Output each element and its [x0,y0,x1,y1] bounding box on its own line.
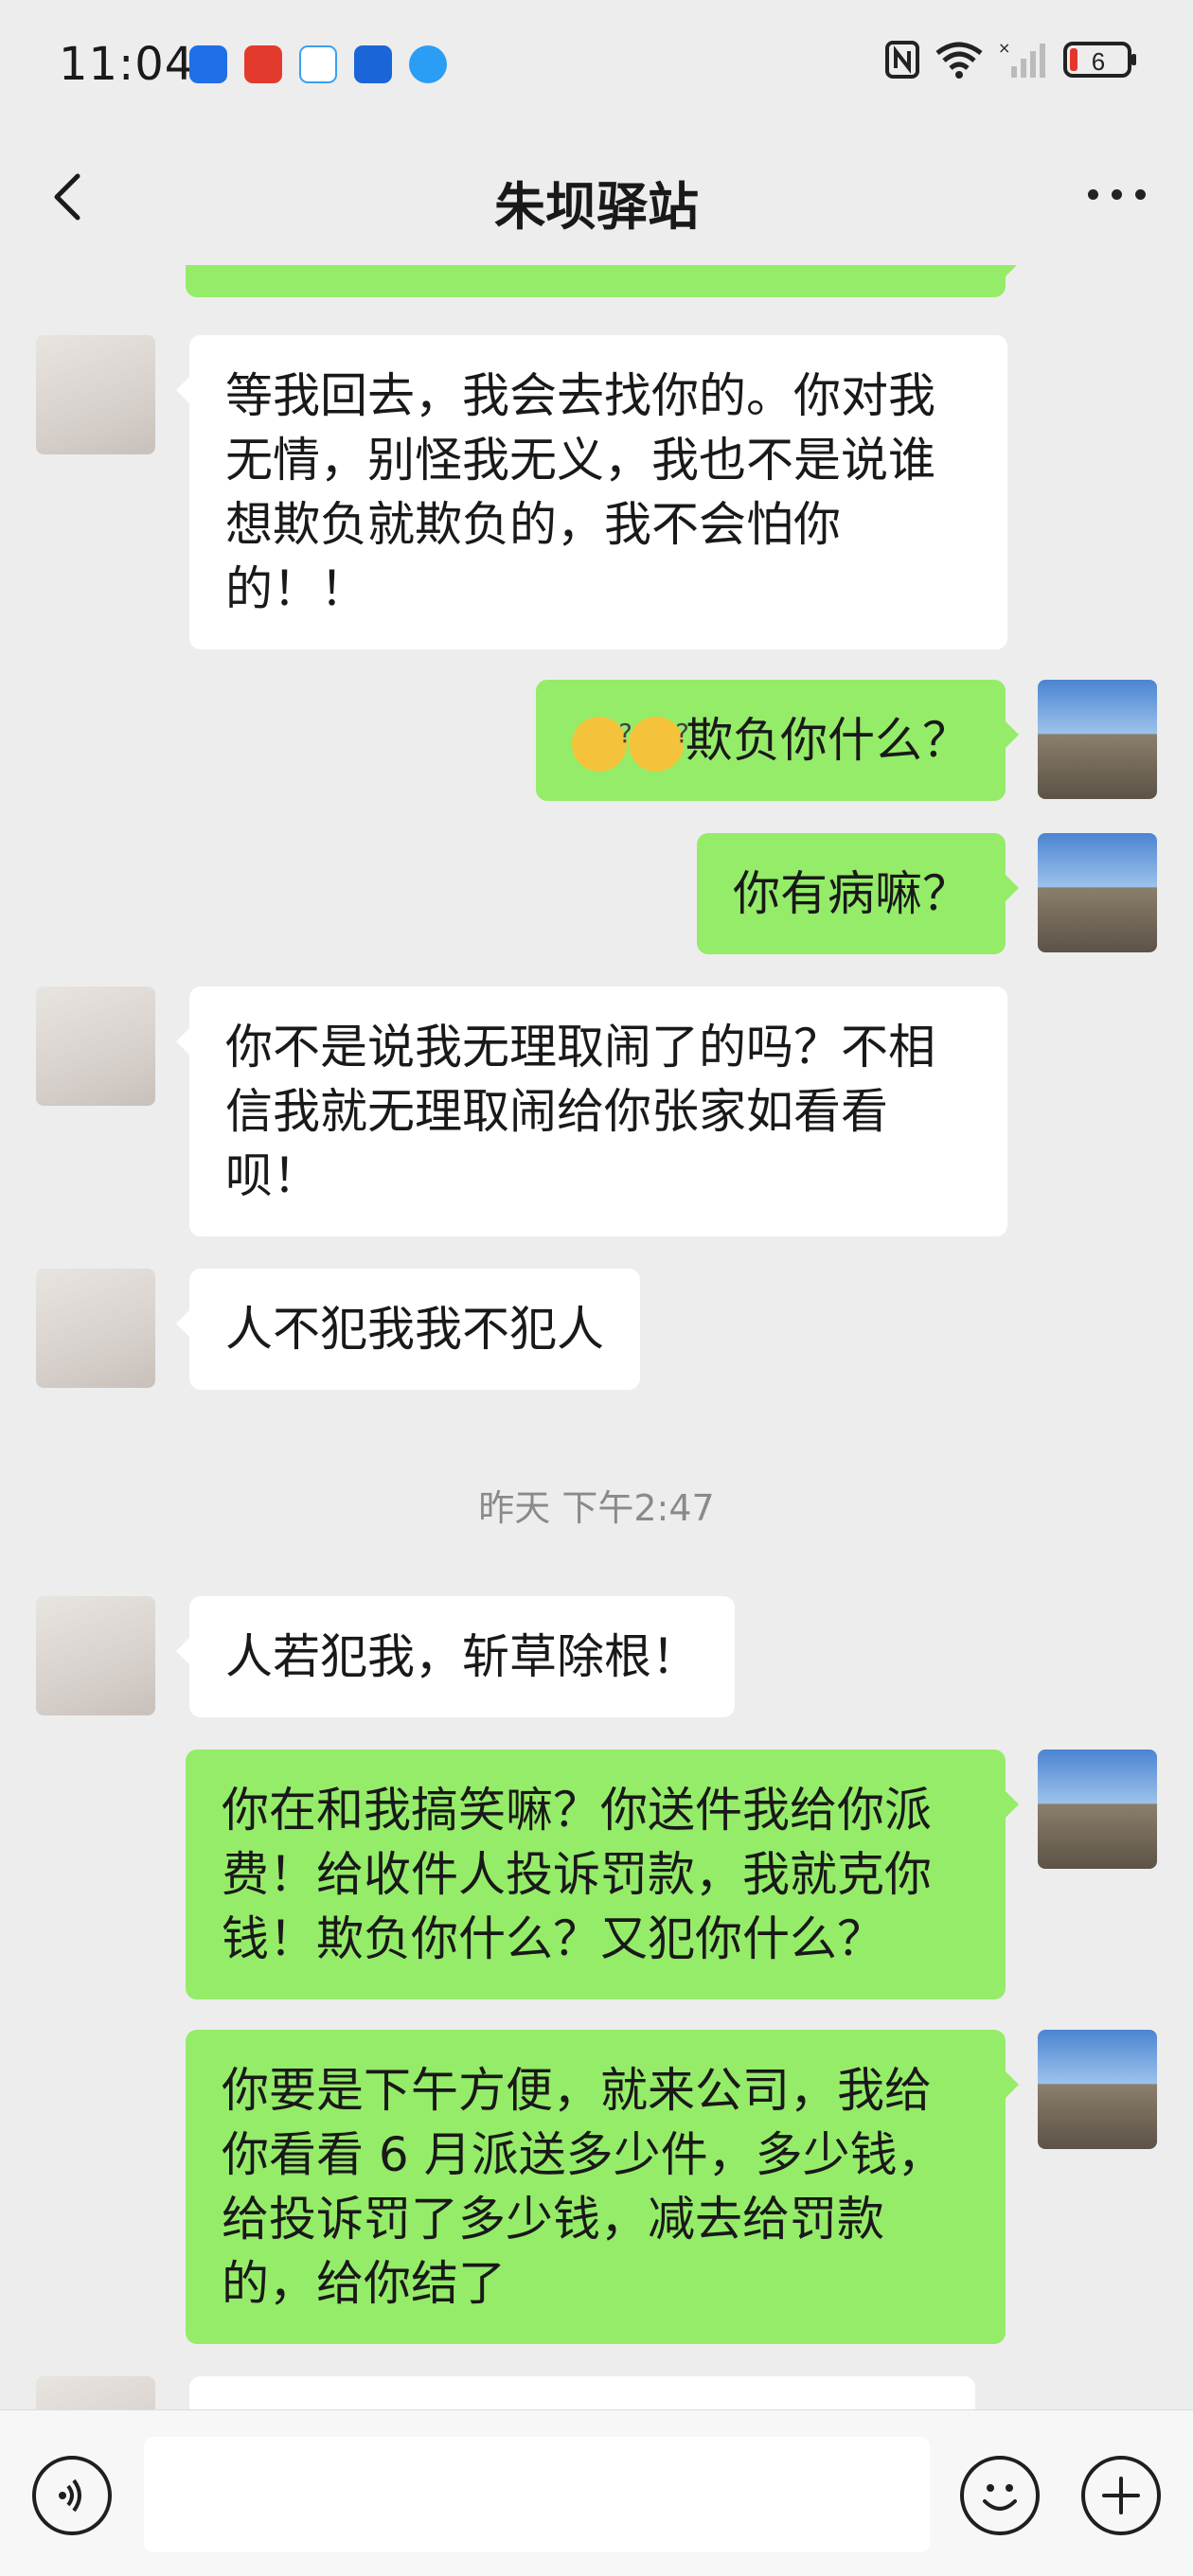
emoji-button[interactable] [960,2456,1040,2535]
my-avatar[interactable] [1038,1750,1157,1869]
message-bubble-received[interactable]: 人若犯我，斩草除根！ [176,1596,735,1717]
contact-avatar[interactable] [36,335,155,454]
message-list[interactable]: 等我回去，我会去找你的。你对我无情，别怪我无义，我也不是说谁想欺负就欺负的，我不… [0,265,1193,2409]
message-bubble-received[interactable]: 你不是说我无理取闹了的吗？不相信我就无理取闹给你张家如看看呗！ [176,986,1007,1236]
message-bubble-sent[interactable]: 你要是下午方便，就来公司，我给你看看 6 月派送多少件，多少钱，给投诉罚了多少钱… [186,2030,1019,2344]
message-bubble-received[interactable]: 人不犯我我不犯人 [176,1269,640,1390]
status-time: 11:04 [59,38,195,91]
message-bubble-received[interactable]: 等我回去，我会去找你的。你对我无情，别怪我无义，我也不是说谁想欺负就欺负的，我不… [176,335,1007,649]
more-options-button[interactable] [1088,189,1146,200]
contact-avatar[interactable] [36,1269,155,1388]
app-notification-icon [354,45,392,83]
voice-icon [59,2478,81,2513]
my-avatar[interactable] [1038,833,1157,952]
battery-icon: 6 [1063,42,1136,78]
status-bar: 11:04 × 6 [0,0,1193,133]
voice-button[interactable] [32,2456,112,2535]
more-dots-icon [1088,189,1098,200]
svg-text:×: × [998,40,1010,57]
app-notification-icon [189,45,227,83]
chat-notification-icon [299,45,337,83]
contact-avatar[interactable] [36,1596,155,1715]
contact-avatar[interactable] [36,986,155,1106]
chat-title: 朱坝驿站 [494,177,699,237]
message-bubble-partial[interactable] [189,2376,975,2409]
message-bubble-sent[interactable]: 你在和我搞笑嘛？你送件我给你派费！给收件人投诉罚款，我就克你钱！欺负你什么？又犯… [186,1750,1019,1999]
my-avatar[interactable] [1038,2030,1157,2149]
message-input[interactable] [144,2437,930,2552]
message-bubble-partial[interactable] [186,265,1019,297]
message-text: 欺负你什么？ [686,713,970,768]
app-notification-icon [409,45,447,83]
contact-avatar[interactable] [36,2376,155,2409]
status-icons: × 6 [884,40,1138,80]
my-avatar[interactable] [1038,680,1157,799]
plus-icon [1102,2477,1140,2514]
signal-icon: × [998,40,1045,78]
nfc-icon [885,41,919,79]
message-timestamp: 昨天 下午2:47 [478,1487,715,1529]
svg-text:6: 6 [1092,47,1105,76]
wifi-icon [935,42,983,79]
message-bubble-sent[interactable]: 你有病嘛？ [697,833,1019,954]
message-bubble-sent[interactable]: 欺负你什么？ [536,680,1019,801]
app-notification-icon [244,45,282,83]
message-input-bar [0,2409,1193,2576]
confused-emoji-icon [629,702,689,772]
confused-emoji-icon [572,702,632,772]
chat-header: 朱坝驿站 [0,133,1193,265]
emoji-icon [983,2484,1017,2511]
more-actions-button[interactable] [1081,2456,1161,2535]
